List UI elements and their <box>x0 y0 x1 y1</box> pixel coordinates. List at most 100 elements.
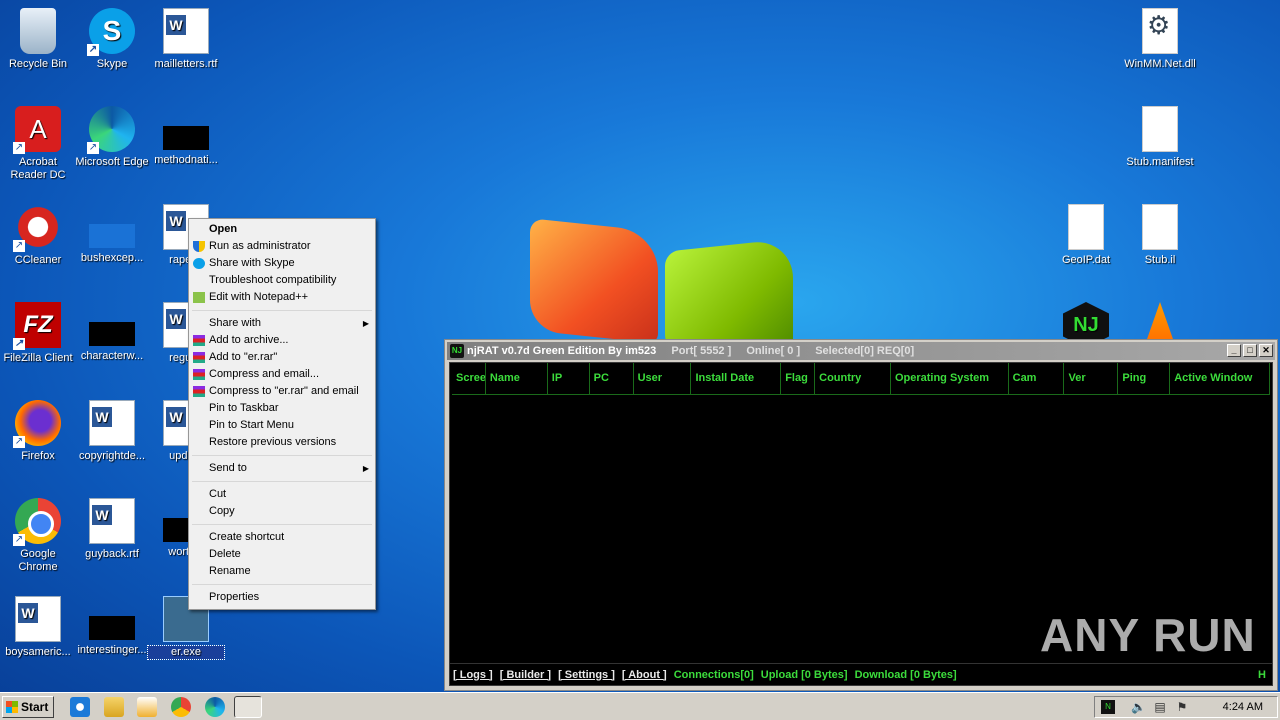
menu-item-pin-taskbar[interactable]: Pin to Taskbar <box>191 400 373 417</box>
menu-item-delete[interactable]: Delete <box>191 546 373 563</box>
file-icon <box>89 322 135 346</box>
desktop-icon-firefox[interactable]: Firefox <box>0 400 76 463</box>
chrome-icon[interactable] <box>171 697 191 717</box>
menu-item-label: Share with Skype <box>209 257 295 269</box>
menu-item-send-to[interactable]: Send to ▶ <box>191 460 373 477</box>
menu-item-restore-versions[interactable]: Restore previous versions <box>191 434 373 451</box>
desktop-icon-boysameric[interactable]: boysameric... <box>0 596 76 659</box>
desktop-icon-bushexcep[interactable]: bushexcep... <box>74 204 150 265</box>
column-header[interactable]: Scree <box>452 363 486 394</box>
menu-item-rename[interactable]: Rename <box>191 563 373 580</box>
network-icon[interactable]: ▤ <box>1153 700 1167 714</box>
desktop-icon-skype[interactable]: S Skype <box>74 8 150 71</box>
column-header[interactable]: Active Window <box>1170 363 1270 394</box>
desktop-icon-methodnati[interactable]: methodnati... <box>148 106 224 167</box>
desktop-icon-filezilla[interactable]: FZ FileZilla Client <box>0 302 76 365</box>
acrobat-icon: A <box>13 106 61 154</box>
column-header[interactable]: Operating System <box>891 363 1009 394</box>
icon-label: methodnati... <box>154 154 218 166</box>
menu-item-open[interactable]: Open <box>191 221 373 238</box>
port-status: Port[ 5552 ] <box>671 345 732 357</box>
desktop-icon-characterw[interactable]: characterw... <box>74 302 150 363</box>
icon-label: Stub.il <box>1144 254 1176 266</box>
desktop-icon-edge[interactable]: Microsoft Edge <box>74 106 150 169</box>
desktop-icon-stub-manifest[interactable]: Stub.manifest <box>1122 106 1198 169</box>
desktop-icon-acrobat[interactable]: A Acrobat Reader DC <box>0 106 76 182</box>
icon-label: mailletters.rtf <box>154 58 218 70</box>
volume-icon[interactable]: 🔈 <box>1131 700 1146 714</box>
column-header[interactable]: Ping <box>1118 363 1171 394</box>
close-button[interactable]: ✕ <box>1259 344 1273 357</box>
desktop-icon-stub-il[interactable]: Stub.il <box>1122 204 1198 267</box>
menu-item-add-to-archive[interactable]: Add to archive... <box>191 332 373 349</box>
icon-label: copyrightde... <box>78 450 146 462</box>
recycle-bin-icon <box>20 8 56 54</box>
action-center-flag-icon[interactable]: ⚑ <box>1175 700 1189 714</box>
desktop-icon-guyback[interactable]: guyback.rtf <box>74 498 150 561</box>
desktop-icon-chrome[interactable]: Google Chrome <box>0 498 76 574</box>
column-header[interactable]: Cam <box>1009 363 1065 394</box>
menu-item-troubleshoot[interactable]: Troubleshoot compatibility <box>191 272 373 289</box>
menu-item-compress-rar-email[interactable]: Compress to "er.rar" and email <box>191 383 373 400</box>
njrat-title-bar[interactable]: NJ njRAT v0.7d Green Edition By im523 Po… <box>447 342 1275 360</box>
menu-item-create-shortcut[interactable]: Create shortcut <box>191 529 373 546</box>
menu-item-run-as-admin[interactable]: Run as administrator <box>191 238 373 255</box>
logs-link[interactable]: [ Logs ] <box>453 669 493 681</box>
menu-item-copy[interactable]: Copy <box>191 503 373 520</box>
column-header[interactable]: IP <box>548 363 590 394</box>
clock[interactable]: 4:24 AM <box>1223 697 1263 717</box>
desktop-icon-mailletters[interactable]: mailletters.rtf <box>148 8 224 71</box>
icon-label: guyback.rtf <box>85 548 139 560</box>
ie-icon[interactable] <box>70 697 90 717</box>
desktop-icon-ccleaner[interactable]: CCleaner <box>0 204 76 267</box>
edge-icon[interactable] <box>205 697 225 717</box>
menu-item-share-with[interactable]: Share with ▶ <box>191 315 373 332</box>
menu-item-properties[interactable]: Properties <box>191 589 373 606</box>
column-header[interactable]: Flag <box>781 363 816 394</box>
about-link[interactable]: [ About ] <box>622 669 667 681</box>
menu-item-label: Send to <box>209 462 247 474</box>
menu-item-edit-notepadpp[interactable]: Edit with Notepad++ <box>191 289 373 306</box>
word-document-icon <box>89 498 135 544</box>
ccleaner-icon <box>13 204 61 252</box>
icon-label: Acrobat Reader DC <box>10 156 66 181</box>
menu-separator <box>192 310 372 311</box>
word-document-icon <box>15 596 61 642</box>
menu-item-label: Troubleshoot compatibility <box>209 274 337 286</box>
explorer-folder-icon[interactable] <box>104 697 124 717</box>
menu-item-add-to-er-rar[interactable]: Add to "er.rar" <box>191 349 373 366</box>
desktop-icon-winmm-dll[interactable]: WinMM.Net.dll <box>1122 8 1198 71</box>
icon-label: Google Chrome <box>18 548 58 573</box>
maximize-button[interactable]: □ <box>1243 344 1257 357</box>
njrat-taskbar-button[interactable] <box>234 696 262 718</box>
connections-status: Connections[0] <box>673 668 754 681</box>
menu-item-label: Cut <box>209 488 227 500</box>
column-header[interactable]: Country <box>815 363 891 394</box>
njrat-tray-icon[interactable]: N <box>1101 700 1115 714</box>
menu-item-cut[interactable]: Cut <box>191 486 373 503</box>
menu-item-label: Copy <box>209 505 235 517</box>
desktop-icon-recycle-bin[interactable]: Recycle Bin <box>0 8 76 71</box>
dll-file-icon <box>1142 8 1178 54</box>
column-header[interactable]: User <box>634 363 692 394</box>
column-header[interactable]: Install Date <box>691 363 782 394</box>
uac-shield-icon <box>193 241 205 252</box>
minimize-button[interactable]: _ <box>1227 344 1241 357</box>
online-status: Online[ 0 ] <box>746 345 801 357</box>
desktop-icon-interestinger[interactable]: interestinger... <box>74 596 150 657</box>
menu-item-pin-start[interactable]: Pin to Start Menu <box>191 417 373 434</box>
media-player-icon[interactable] <box>137 697 157 717</box>
desktop-icon-geoip[interactable]: GeoIP.dat <box>1048 204 1124 267</box>
settings-link[interactable]: [ Settings ] <box>558 669 615 681</box>
desktop-icon-copyrightde[interactable]: copyrightde... <box>74 400 150 463</box>
builder-link[interactable]: [ Builder ] <box>500 669 551 681</box>
menu-item-label: Add to "er.rar" <box>209 351 278 363</box>
word-document-icon <box>163 8 209 54</box>
column-header[interactable]: PC <box>590 363 634 394</box>
system-tray: N 🔈 ▤ ⚑ 4:24 AM <box>1094 696 1278 718</box>
menu-item-compress-email[interactable]: Compress and email... <box>191 366 373 383</box>
menu-item-share-with-skype[interactable]: Share with Skype <box>191 255 373 272</box>
column-header[interactable]: Ver <box>1064 363 1119 394</box>
column-header[interactable]: Name <box>486 363 548 394</box>
start-button[interactable]: Start <box>2 696 54 718</box>
